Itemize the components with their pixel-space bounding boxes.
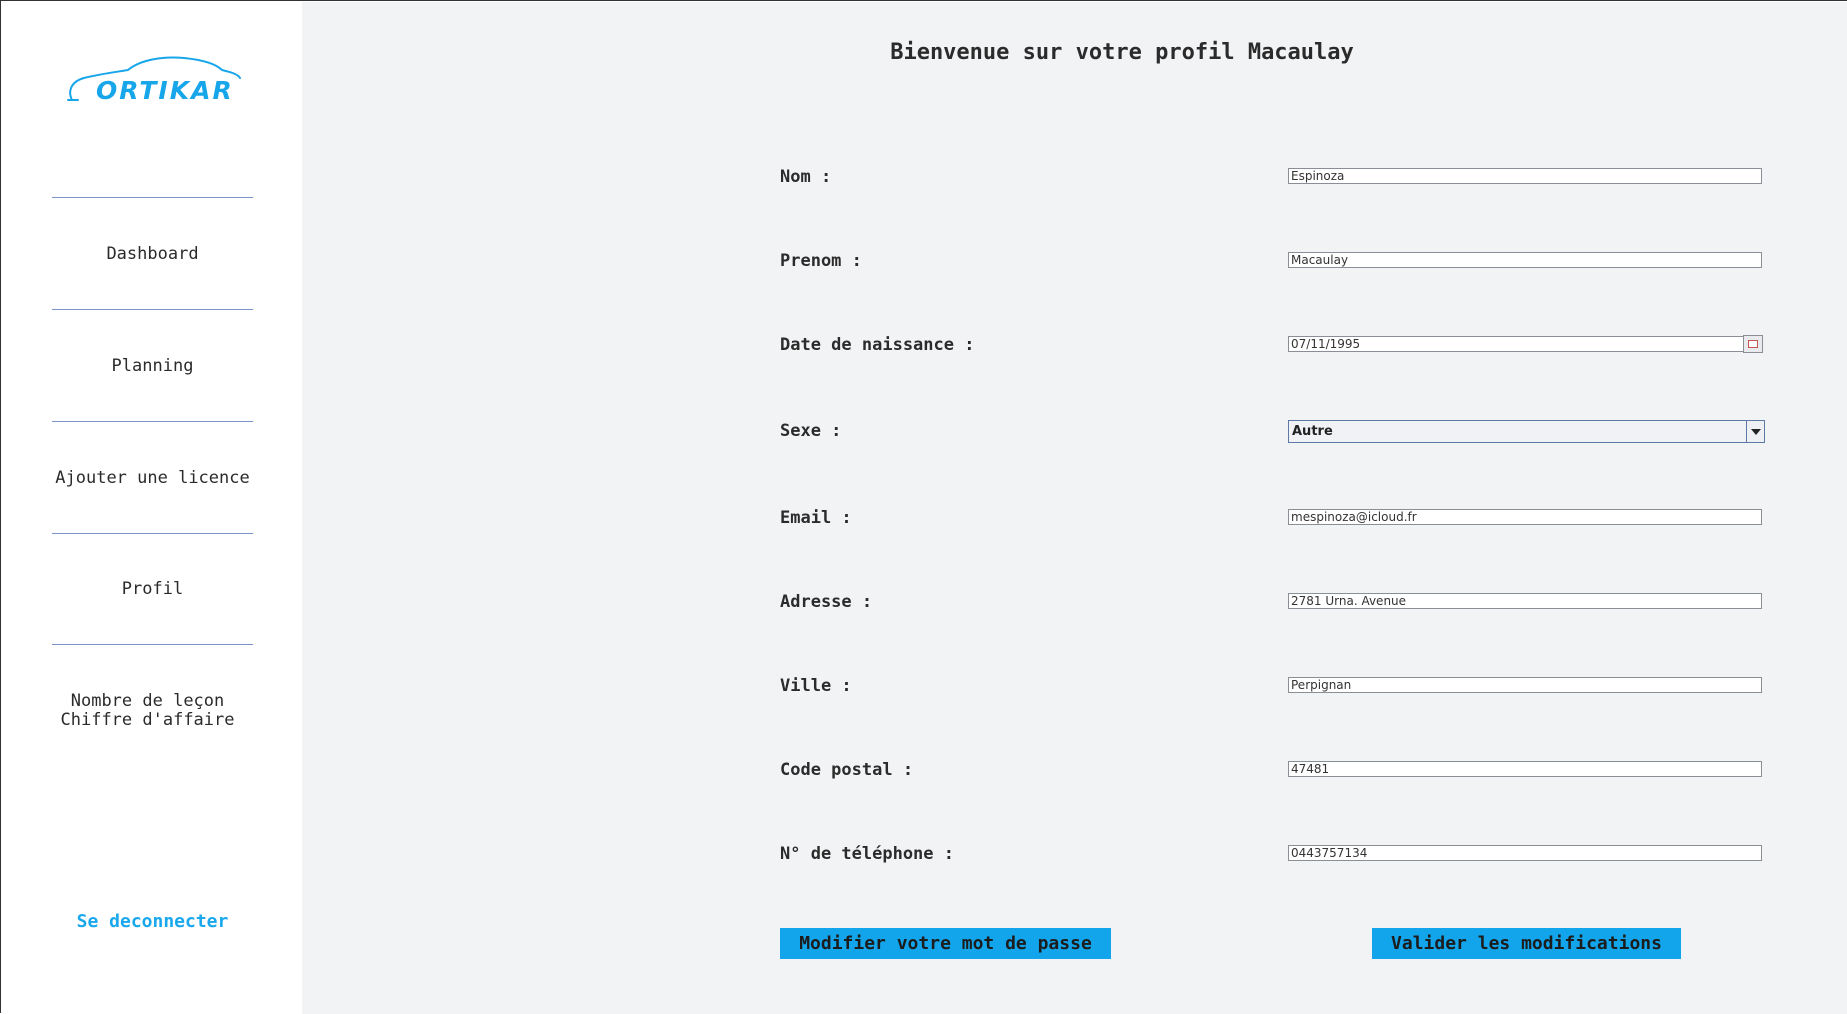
sidebar-item-statistiques[interactable]: Nombre de leçon Chiffre d'affaire: [37, 692, 258, 730]
change-password-button[interactable]: Modifier votre mot de passe: [780, 928, 1111, 959]
chevron-down-icon[interactable]: [1746, 421, 1764, 442]
date-picker-button[interactable]: [1743, 335, 1763, 353]
sidebar-item-dashboard[interactable]: Dashboard: [42, 245, 263, 264]
sidebar-item-label: Dashboard: [106, 244, 199, 264]
date-naissance-input[interactable]: [1288, 336, 1744, 352]
nav-divider: [52, 644, 253, 645]
nav-divider: [52, 197, 253, 198]
sidebar-item-label: Nombre de leçon: [70, 691, 225, 711]
ortikar-logo: ORTIKAR: [66, 52, 242, 108]
profile-panel: Bienvenue sur votre profil Macaulay Nom …: [302, 2, 1847, 1014]
prenom-input[interactable]: [1288, 252, 1762, 268]
page-title: Bienvenue sur votre profil Macaulay: [890, 40, 1354, 65]
nom-input[interactable]: [1288, 168, 1762, 184]
logout-link[interactable]: Se deconnecter: [42, 911, 263, 932]
sidebar-item-label: Profil: [121, 579, 184, 599]
prenom-label: Prenom :: [780, 251, 862, 271]
adresse-label: Adresse :: [780, 592, 873, 612]
calendar-icon: [1748, 340, 1758, 348]
sexe-selected-value: Autre: [1292, 424, 1333, 439]
nav-divider: [52, 309, 253, 310]
code-postal-input[interactable]: [1288, 761, 1762, 777]
sidebar-item-label: Chiffre d'affaire: [60, 710, 235, 730]
date-naissance-label: Date de naissance :: [780, 335, 975, 355]
nom-label: Nom :: [780, 167, 832, 187]
save-changes-button[interactable]: Valider les modifications: [1372, 928, 1681, 959]
sidebar-item-label: Planning: [111, 356, 194, 376]
sidebar-item-profil[interactable]: Profil: [42, 580, 263, 599]
code-postal-label: Code postal :: [780, 760, 914, 780]
adresse-input[interactable]: [1288, 593, 1762, 609]
ville-input[interactable]: [1288, 677, 1762, 693]
telephone-input[interactable]: [1288, 845, 1762, 861]
nav-divider: [52, 533, 253, 534]
email-label: Email :: [780, 508, 852, 528]
sexe-select[interactable]: Autre: [1288, 420, 1765, 443]
telephone-label: N° de téléphone :: [780, 844, 954, 864]
ville-label: Ville :: [780, 676, 852, 696]
sidebar: ORTIKAR Dashboard Planning Ajouter une l…: [2, 2, 302, 1014]
sidebar-item-planning[interactable]: Planning: [42, 357, 263, 376]
sexe-label: Sexe :: [780, 421, 842, 441]
sidebar-item-label: Ajouter une licence: [55, 468, 250, 488]
nav-divider: [52, 421, 253, 422]
sidebar-item-ajouter-licence[interactable]: Ajouter une licence: [42, 469, 263, 488]
logo-text: ORTIKAR: [96, 76, 234, 105]
email-input[interactable]: [1288, 509, 1762, 525]
app-window: ORTIKAR Dashboard Planning Ajouter une l…: [0, 0, 1847, 1014]
